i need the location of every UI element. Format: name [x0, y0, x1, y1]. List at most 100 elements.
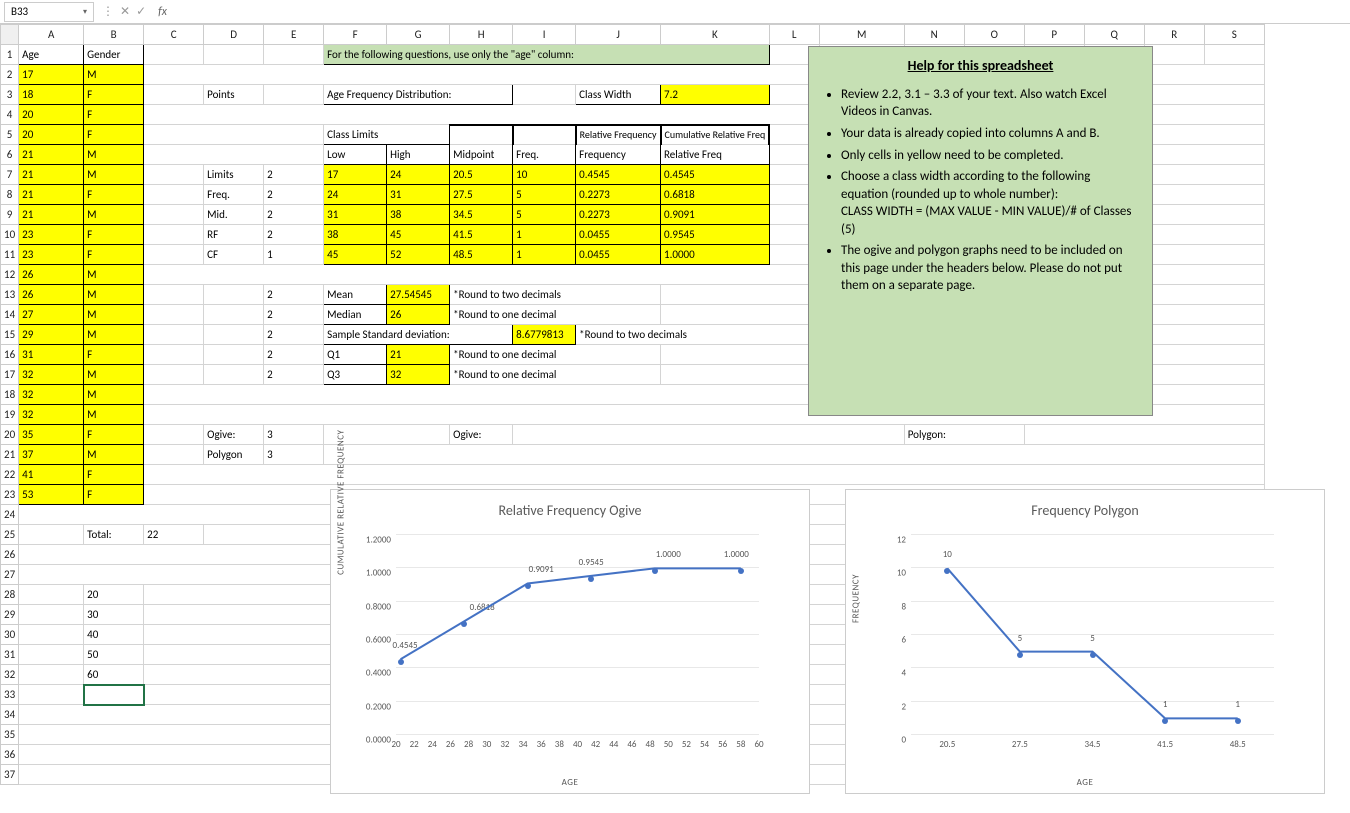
cell[interactable]: 24	[387, 165, 450, 185]
col-header[interactable]: Q	[1084, 25, 1144, 45]
cell[interactable]: 52	[387, 245, 450, 265]
col-header[interactable]: K	[661, 25, 770, 45]
row-header[interactable]: 29	[1, 605, 19, 625]
cell[interactable]: Low	[324, 145, 387, 165]
cell[interactable]: 8.6779813	[513, 325, 576, 345]
cell[interactable]: 21	[19, 165, 84, 185]
row-header[interactable]: 23	[1, 485, 19, 505]
row-header[interactable]: 8	[1, 185, 19, 205]
cell[interactable]	[513, 85, 576, 105]
cell[interactable]: 30	[84, 605, 144, 625]
cell[interactable]: 37	[19, 445, 84, 465]
col-header[interactable]: C	[144, 25, 204, 45]
row-header[interactable]: 35	[1, 725, 19, 745]
cell[interactable]: 32	[19, 385, 84, 405]
cell[interactable]	[144, 85, 204, 105]
col-header[interactable]: R	[1144, 25, 1204, 45]
cell[interactable]	[144, 285, 204, 305]
cell[interactable]: 5	[513, 205, 576, 225]
col-header[interactable]: G	[387, 25, 450, 45]
cell[interactable]: F	[84, 225, 144, 245]
cell[interactable]: 1.0000	[661, 245, 770, 265]
cell[interactable]: M	[84, 385, 144, 405]
cell[interactable]: 1	[264, 245, 324, 265]
cell[interactable]: Mid.	[204, 205, 264, 225]
row-header[interactable]: 12	[1, 265, 19, 285]
cell[interactable]	[450, 125, 513, 145]
cell[interactable]	[204, 305, 264, 325]
ogive-chart[interactable]: Relative Frequency Ogive CUMULATIVE RELA…	[330, 489, 810, 794]
cell[interactable]	[19, 645, 84, 665]
cell[interactable]: F	[84, 345, 144, 365]
cell[interactable]: Gender	[84, 45, 144, 65]
cell[interactable]: 24	[324, 185, 387, 205]
col-header[interactable]: D	[204, 25, 264, 45]
col-header[interactable]: L	[769, 25, 819, 45]
cell[interactable]: 0.2273	[576, 205, 661, 225]
cell[interactable]	[19, 665, 84, 685]
cell[interactable]: 45	[387, 225, 450, 245]
cell[interactable]: 31	[19, 345, 84, 365]
cell[interactable]: 27.5	[450, 185, 513, 205]
cell[interactable]: 2	[264, 365, 324, 385]
sheet-area[interactable]: ABCDEFGHIJKLMNOPQRS 1 Age Gender For the…	[0, 24, 1350, 813]
cell[interactable]: Limits	[204, 165, 264, 185]
col-header[interactable]: F	[324, 25, 387, 45]
cell[interactable]: 10	[513, 165, 576, 185]
cell[interactable]: 23	[19, 225, 84, 245]
cell[interactable]	[144, 205, 204, 225]
cell[interactable]	[204, 45, 264, 65]
row-header[interactable]: 19	[1, 405, 19, 425]
col-header[interactable]: B	[84, 25, 144, 45]
cell[interactable]: *Round to one decimal	[450, 345, 661, 365]
cell[interactable]	[19, 525, 84, 545]
cell[interactable]: M	[84, 325, 144, 345]
cell[interactable]	[513, 125, 576, 145]
cell[interactable]: 5	[513, 185, 576, 205]
cell[interactable]: 41	[19, 465, 84, 485]
cell[interactable]: M	[84, 65, 144, 85]
cell[interactable]: M	[84, 405, 144, 425]
cell[interactable]: 17	[19, 65, 84, 85]
cell[interactable]	[144, 365, 204, 385]
enter-icon[interactable]: ✓	[136, 4, 146, 19]
cell[interactable]: Frequency	[576, 145, 661, 165]
cell[interactable]	[19, 625, 84, 645]
row-header[interactable]: 30	[1, 625, 19, 645]
cell[interactable]: Median	[324, 305, 387, 325]
formula-input[interactable]	[175, 2, 1346, 22]
cell[interactable]: M	[84, 285, 144, 305]
cell[interactable]: Q1	[324, 345, 387, 365]
cell[interactable]: 2	[264, 205, 324, 225]
select-all[interactable]	[1, 25, 19, 45]
cell[interactable]: 31	[324, 205, 387, 225]
col-header[interactable]: J	[576, 25, 661, 45]
cell[interactable]: Polygon	[204, 445, 264, 465]
cell[interactable]: Class Width	[576, 85, 661, 105]
cell[interactable]: 48.5	[450, 245, 513, 265]
row-header[interactable]: 21	[1, 445, 19, 465]
cell[interactable]: F	[84, 85, 144, 105]
cell[interactable]	[1204, 45, 1264, 65]
cell[interactable]: 23	[19, 245, 84, 265]
cell[interactable]	[1144, 45, 1204, 65]
cell[interactable]	[144, 345, 204, 365]
cell[interactable]: Age	[19, 45, 84, 65]
col-header[interactable]: A	[19, 25, 84, 45]
row-header[interactable]: 6	[1, 145, 19, 165]
row-header[interactable]: 16	[1, 345, 19, 365]
row-header[interactable]: 14	[1, 305, 19, 325]
cell[interactable]: 7.2	[661, 85, 770, 105]
cell[interactable]: 27	[19, 305, 84, 325]
cell[interactable]: *Round to one decimal	[450, 305, 661, 325]
banner[interactable]: For the following questions, use only th…	[324, 45, 770, 65]
cell[interactable]: 0.2273	[576, 185, 661, 205]
fx-icon[interactable]: fx	[154, 5, 171, 19]
col-header[interactable]: S	[1204, 25, 1264, 45]
cell[interactable]: Ogive:	[450, 425, 513, 445]
cell[interactable]: F	[84, 105, 144, 125]
col-header[interactable]: I	[513, 25, 576, 45]
cell[interactable]: 22	[144, 525, 204, 545]
cell[interactable]: Ogive:	[204, 425, 264, 445]
cell[interactable]	[204, 325, 264, 345]
